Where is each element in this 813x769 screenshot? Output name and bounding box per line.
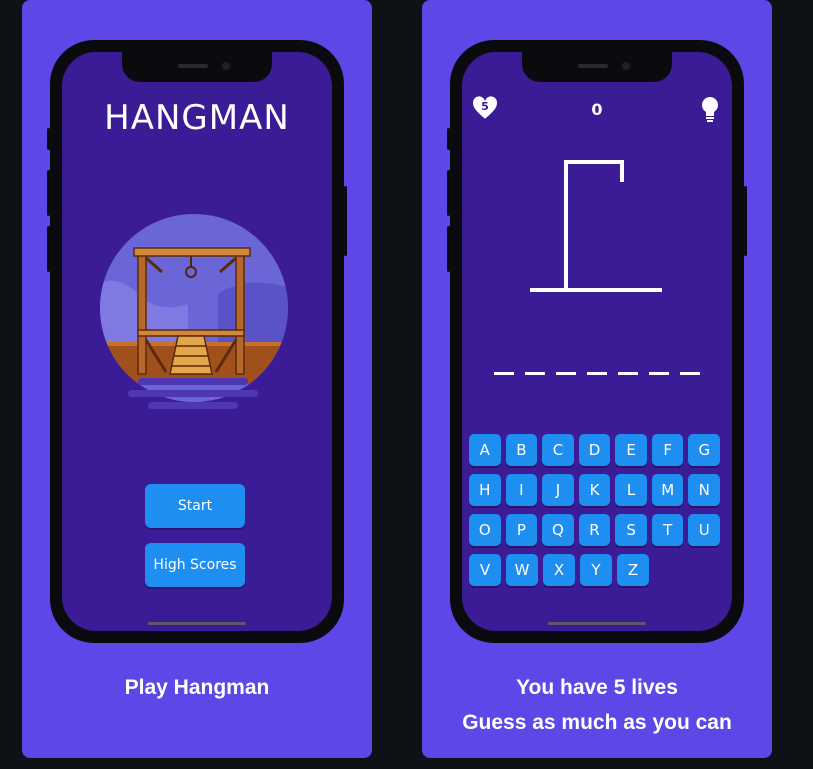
- letter-key-s[interactable]: S: [615, 514, 647, 546]
- letter-key-k[interactable]: K: [578, 474, 611, 506]
- card-caption-line2: Guess as much as you can: [462, 711, 732, 734]
- letter-key-v[interactable]: V: [469, 554, 501, 586]
- letter-key-r[interactable]: R: [578, 514, 611, 546]
- screenshot-card-game: 5 0 ABCDEFGHIJKLMNOPQRSTUVWXYZ You have: [422, 0, 772, 758]
- phone-frame: HANGMAN Start High Scores: [47, 40, 347, 643]
- phone-screen: 5 0 ABCDEFG HIJKLMN OPQRSTU VWXYZ: [462, 52, 732, 631]
- letter-key-l[interactable]: L: [615, 474, 647, 506]
- letter-keyboard: ABCDEFG HIJKLMN OPQRSTU VWXYZ: [469, 434, 725, 594]
- phone-screen: HANGMAN Start High Scores: [62, 52, 332, 631]
- letter-key-e[interactable]: E: [615, 434, 647, 466]
- lightbulb-icon[interactable]: [700, 96, 720, 122]
- home-indicator: [548, 622, 646, 625]
- letter-key-n[interactable]: N: [688, 474, 721, 506]
- home-indicator: [148, 622, 246, 625]
- letter-key-o[interactable]: O: [469, 514, 501, 546]
- letter-key-y[interactable]: Y: [580, 554, 612, 586]
- letter-blank: [556, 372, 576, 375]
- phone-notch: [122, 52, 272, 82]
- phone-notch: [522, 52, 672, 82]
- high-scores-button[interactable]: High Scores: [145, 543, 245, 587]
- letter-blank: [649, 372, 669, 375]
- gallows-drawing: [530, 160, 662, 292]
- letter-key-g[interactable]: G: [688, 434, 721, 466]
- letter-key-f[interactable]: F: [651, 434, 684, 466]
- keyboard-row: HIJKLMN: [469, 474, 725, 506]
- letter-key-c[interactable]: C: [542, 434, 574, 466]
- letter-blank: [680, 372, 700, 375]
- start-button[interactable]: Start: [145, 484, 245, 528]
- letter-key-j[interactable]: J: [542, 474, 574, 506]
- letter-key-q[interactable]: Q: [542, 514, 574, 546]
- letter-blank: [525, 372, 545, 375]
- letter-key-i[interactable]: I: [505, 474, 538, 506]
- word-blanks: [494, 372, 700, 375]
- letter-key-z[interactable]: Z: [617, 554, 649, 586]
- score-value: 0: [591, 100, 603, 119]
- letter-key-h[interactable]: H: [469, 474, 501, 506]
- letter-key-p[interactable]: P: [505, 514, 538, 546]
- letter-blank: [494, 372, 514, 375]
- keyboard-row: ABCDEFG: [469, 434, 725, 466]
- card-caption: Play Hangman: [124, 676, 270, 699]
- letter-key-d[interactable]: D: [578, 434, 611, 466]
- phone-frame: 5 0 ABCDEFG HIJKLMN OPQRSTU VWXYZ: [447, 40, 747, 643]
- game-title: HANGMAN: [104, 98, 290, 138]
- letter-key-b[interactable]: B: [505, 434, 538, 466]
- letter-key-a[interactable]: A: [469, 434, 501, 466]
- keyboard-row: OPQRSTU: [469, 514, 725, 546]
- letter-key-m[interactable]: M: [651, 474, 684, 506]
- letter-key-w[interactable]: W: [506, 554, 538, 586]
- screenshot-card-menu: HANGMAN Start High Scores Play Hangman: [22, 0, 372, 758]
- letter-key-t[interactable]: T: [651, 514, 684, 546]
- gallows-illustration: [100, 214, 288, 409]
- keyboard-row: VWXYZ: [469, 554, 725, 586]
- letter-key-x[interactable]: X: [543, 554, 575, 586]
- letter-blank: [587, 372, 607, 375]
- card-caption-line1: You have 5 lives: [516, 676, 678, 699]
- game-top-bar: 5 0: [462, 96, 732, 126]
- letter-blank: [618, 372, 638, 375]
- letter-key-u[interactable]: U: [688, 514, 721, 546]
